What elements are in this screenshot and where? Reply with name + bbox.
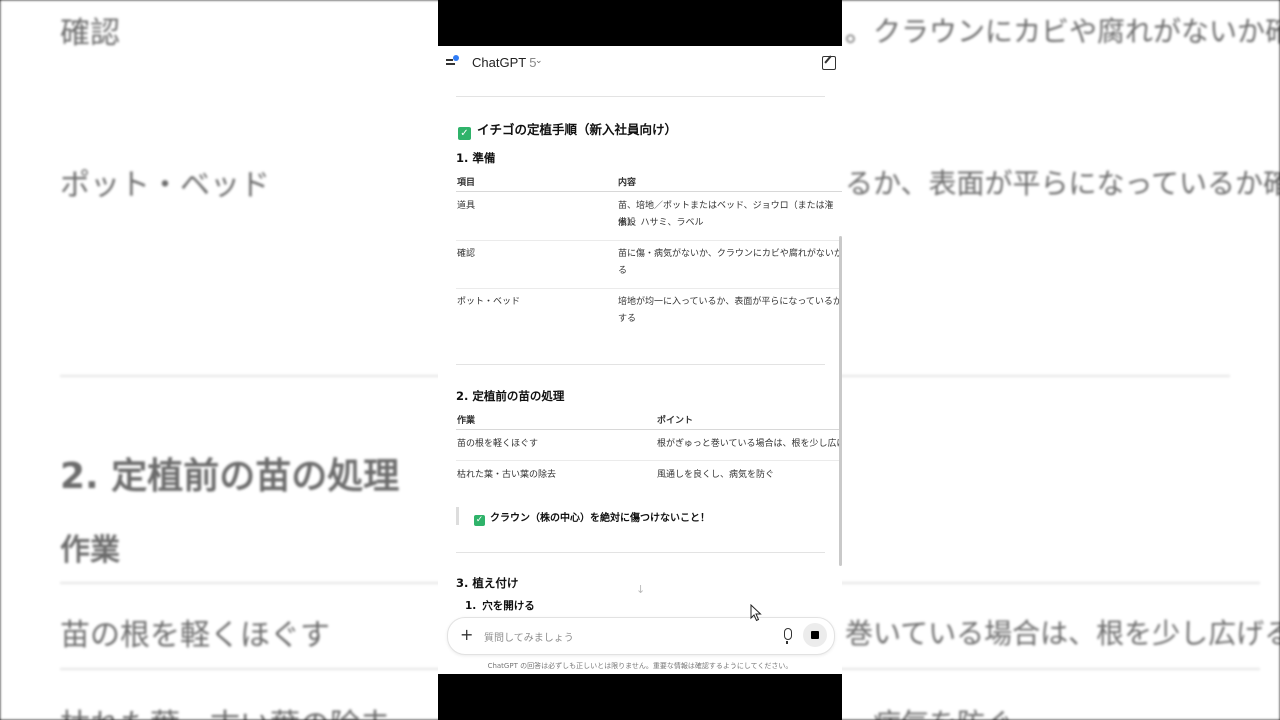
stop-icon[interactable]: [803, 623, 827, 647]
microphone-icon[interactable]: [784, 628, 792, 644]
scrollbar[interactable]: [839, 236, 842, 566]
check-icon: ✓: [458, 127, 471, 140]
table1-row2-content-line2: る: [618, 266, 628, 276]
letterbox-top: [438, 0, 842, 46]
table1-row2-content-line1: 苗に傷・病気がないか、クラウンにカビや腐れがないか確認す: [618, 249, 840, 259]
section2-heading: 2. 定植前の苗の処理: [456, 389, 565, 403]
table1-header-content: 内容: [618, 178, 637, 188]
table2-row2-point: 風通しを良くし、病気を防ぐ: [657, 470, 775, 480]
doc-title: ✓ イチゴの定植手順（新入社員向け）: [458, 119, 677, 140]
blockquote-note: ✓ クラウン（株の中心）を絶対に傷つけないこと！: [474, 509, 710, 526]
table2-header-task: 作業: [457, 416, 476, 426]
table2-row1-point: 根がぎゅっと巻いている場合は、根を少し広げる: [657, 439, 840, 449]
table2-header-line: [456, 429, 842, 430]
table1-row3-content-line1: 培地が均一に入っているか、表面が平らになっているか確認: [618, 297, 840, 307]
note-text: クラウン（株の中心）を絶対に傷つけないこと！: [490, 513, 710, 524]
divider: [456, 96, 825, 97]
table2-header-point: ポイント: [657, 416, 694, 426]
list-item-number: 1.: [465, 600, 477, 612]
table1-row2-item: 確認: [457, 249, 476, 259]
message-composer[interactable]: + 質問してみましょう: [447, 617, 835, 655]
table2-row1-task: 苗の根を軽くほぐす: [457, 439, 539, 449]
scroll-down-arrow-icon[interactable]: ↓: [636, 583, 645, 596]
sidebar-menu-icon[interactable]: [446, 55, 462, 69]
mouse-cursor-icon: [750, 604, 762, 622]
model-selector[interactable]: ChatGPT 5: [472, 55, 536, 70]
table2-row-line: [456, 460, 842, 461]
phone-screen: ChatGPT 5 ⌄ ✓ イチゴの定植手順（新入社員向け） 1. 準備 項目 内容…: [438, 46, 842, 674]
top-bar: ChatGPT 5 ⌄: [438, 46, 842, 80]
table1-row-line: [456, 240, 842, 241]
divider: [456, 364, 825, 365]
doc-title-text: イチゴの定植手順（新入社員向け）: [477, 122, 678, 137]
table2-row2-task: 枯れた葉・古い葉の除去: [457, 470, 557, 480]
blockquote-bar: [456, 507, 459, 525]
table1-row1-item: 道具: [457, 201, 476, 211]
check-icon: ✓: [474, 515, 485, 526]
table1-header-line: [456, 191, 842, 192]
table1-row3-content-line2: する: [618, 314, 637, 324]
chevron-down-icon[interactable]: ⌄: [535, 56, 543, 66]
list-item-label: 穴を開ける: [482, 600, 535, 612]
list-item: 1. 穴を開ける: [465, 598, 535, 613]
letterbox-bottom: [438, 674, 842, 720]
disclaimer: ChatGPT の回答は必ずしも正しいとは限りません。重要な情報は確認するように…: [487, 662, 793, 670]
table1-header-item: 項目: [457, 178, 476, 188]
new-chat-icon[interactable]: [822, 56, 836, 70]
table1-row-line: [456, 288, 842, 289]
composer-placeholder[interactable]: 質問してみましょう: [484, 629, 574, 644]
divider: [456, 552, 825, 553]
section1-heading: 1. 準備: [456, 151, 496, 165]
table1-row1-content-line2: 備）、ハサミ、ラベル: [618, 218, 704, 228]
section3-heading: 3. 植え付け: [456, 576, 519, 590]
table1-row3-item: ポット・ベッド: [457, 297, 521, 307]
plus-icon[interactable]: +: [460, 626, 473, 644]
app-title: ChatGPT: [472, 55, 527, 70]
